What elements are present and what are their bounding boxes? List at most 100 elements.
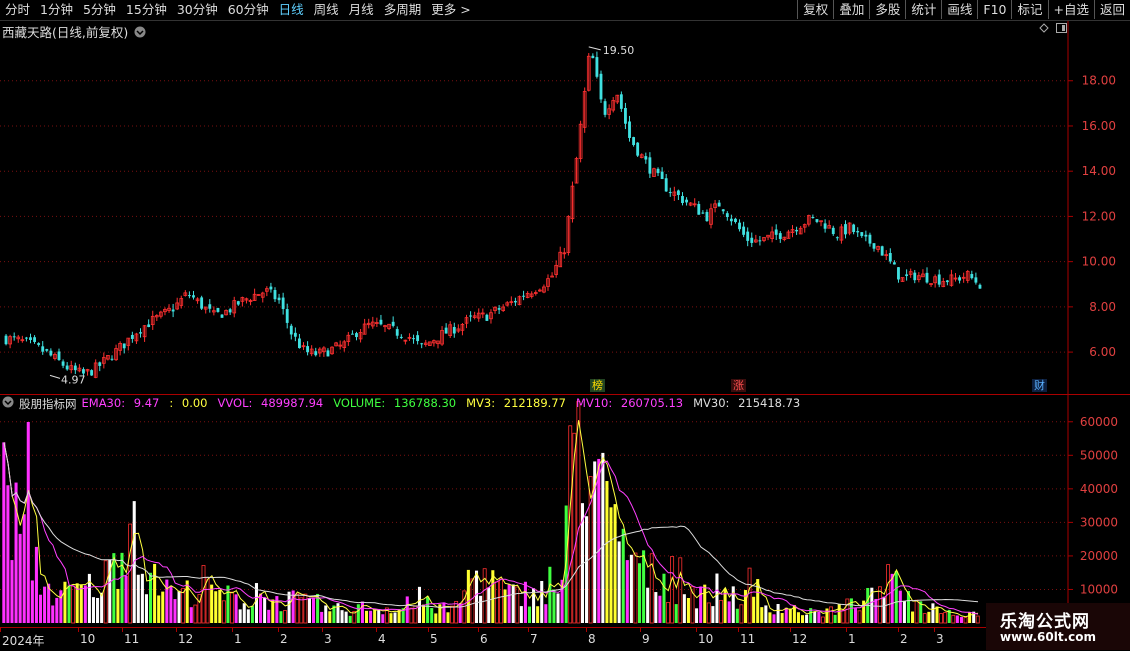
volume-bar (853, 607, 858, 623)
add-watchlist-button[interactable]: +自选 (1047, 0, 1094, 19)
volume-bar (475, 570, 479, 623)
overlay-button[interactable]: 叠加 (833, 0, 869, 19)
tab-multi-period[interactable]: 多周期 (379, 0, 427, 20)
date-axis: 2024年 10 11 12 1 2 3 4 5 6 7 8 9 10 11 12 1 2 3 (0, 627, 1130, 651)
candle-body (45, 349, 49, 351)
volume-bar (764, 605, 768, 623)
candle-body (65, 365, 69, 370)
volume-bar (817, 611, 821, 623)
volume-bar (275, 596, 279, 623)
multi-stock-button[interactable]: 多股 (869, 0, 905, 19)
date-tick-label: 10 (698, 632, 714, 646)
volume-bar (747, 567, 752, 624)
volume-bar (727, 601, 731, 623)
indicator-panel[interactable]: 10000 20000 30000 40000 50000 60000 股朋指标网 EMA… (0, 395, 1130, 627)
volume-bar (719, 599, 723, 624)
date-tick-label: 3 (324, 632, 332, 646)
price-tick-label: 14.00 (1082, 164, 1116, 178)
toolbar-buttons: 复权 叠加 多股 统计 画线 F10 标记 +自选 返回 (797, 0, 1130, 20)
volume-bar (51, 605, 55, 623)
indicator-chart[interactable]: 10000 20000 30000 40000 50000 60000 (0, 395, 1130, 627)
period-tabs: 分时 1分钟 5分钟 15分钟 30分钟 60分钟 日线 周线 月线 多周期 更… (0, 0, 476, 20)
tab-more[interactable]: 更多 > (426, 0, 475, 20)
candle-body (37, 343, 41, 345)
f10-button[interactable]: F10 (977, 0, 1011, 19)
volume-bar (805, 614, 809, 623)
tab-more-label: 更多 (431, 2, 457, 17)
tab-30min[interactable]: 30分钟 (172, 0, 223, 20)
chevron-down-icon[interactable] (2, 396, 14, 408)
volume-bar (715, 573, 719, 623)
volume-bar (515, 586, 520, 624)
candle-body (33, 337, 36, 342)
volume-bar (214, 591, 218, 623)
candle-body (469, 315, 473, 317)
window-toggle-icon[interactable] (1056, 23, 1067, 33)
tab-1min[interactable]: 1分钟 (35, 0, 78, 20)
back-button[interactable]: 返回 (1093, 0, 1130, 19)
volume-bar (79, 584, 83, 623)
volume-bar (312, 597, 316, 623)
tab-15min[interactable]: 15分钟 (121, 0, 172, 20)
volume-bar (466, 569, 470, 623)
tab-fenshi[interactable]: 分时 (0, 0, 35, 20)
tab-5min[interactable]: 5分钟 (78, 0, 121, 20)
volume-bar (914, 599, 919, 624)
volume-bar (373, 609, 377, 623)
date-tick-label: 10 (80, 632, 96, 646)
tab-monthly[interactable]: 月线 (344, 0, 379, 20)
indicator-toggle[interactable] (2, 396, 14, 412)
finance-marker[interactable]: 财 (1032, 379, 1047, 392)
longhu-marker[interactable]: 榜 (590, 379, 605, 392)
candle-body (897, 267, 900, 280)
candle-body (452, 326, 456, 334)
volume-bar (699, 586, 703, 623)
date-tick-label: 6 (480, 632, 488, 646)
volume-bar (609, 507, 613, 623)
candle-body (701, 212, 705, 214)
tab-60min[interactable]: 60分钟 (223, 0, 274, 20)
candle-body (628, 121, 631, 138)
date-tick (696, 628, 697, 632)
volume-bar (34, 546, 38, 623)
volume-bar (271, 599, 275, 623)
volume-bar (695, 608, 699, 623)
volume-bar (829, 606, 833, 624)
chevron-down-icon[interactable] (134, 26, 146, 38)
price-chart-panel[interactable]: 6.00 8.00 10.00 12.00 14.00 16.00 18.00 19.50 4.… (0, 21, 1130, 394)
diamond-icon[interactable] (1039, 23, 1049, 33)
date-tick-label: 12 (792, 632, 808, 646)
candle-body (24, 337, 28, 339)
volume-bar (784, 607, 788, 623)
mv3-readout: MV3: 212189.77 (466, 396, 566, 410)
tab-weekly[interactable]: 周线 (309, 0, 344, 20)
candle-body (905, 274, 909, 276)
statistics-button[interactable]: 统计 (905, 0, 941, 19)
restore-rights-button[interactable]: 复权 (797, 0, 833, 19)
volume-bar (601, 452, 605, 623)
date-tick-label: 5 (430, 632, 438, 646)
candle-body (285, 309, 289, 323)
volume-bar (638, 563, 642, 623)
volume-bar (629, 554, 633, 623)
tab-daily[interactable]: 日线 (274, 0, 309, 20)
volume-bar (356, 604, 360, 623)
volume-bar (646, 587, 650, 623)
volume-bar (307, 598, 311, 623)
price-chart[interactable]: 6.00 8.00 10.00 12.00 14.00 16.00 18.00 19.50 4.… (0, 21, 1130, 394)
candle-body (795, 229, 799, 232)
date-tick (528, 628, 529, 632)
candle-body (269, 286, 273, 290)
mark-button[interactable]: 标记 (1011, 0, 1047, 19)
limit-up-marker[interactable]: 涨 (731, 379, 746, 392)
volume-bar (446, 612, 450, 623)
candle-body (273, 290, 277, 300)
volume-bar (450, 605, 455, 624)
candle-body (660, 171, 664, 180)
volume-bar (841, 609, 846, 624)
volume-bar (377, 609, 381, 623)
candle-body (725, 213, 729, 217)
volume-bar (874, 598, 878, 623)
volume-bar (507, 584, 511, 623)
draw-line-button[interactable]: 画线 (941, 0, 977, 19)
